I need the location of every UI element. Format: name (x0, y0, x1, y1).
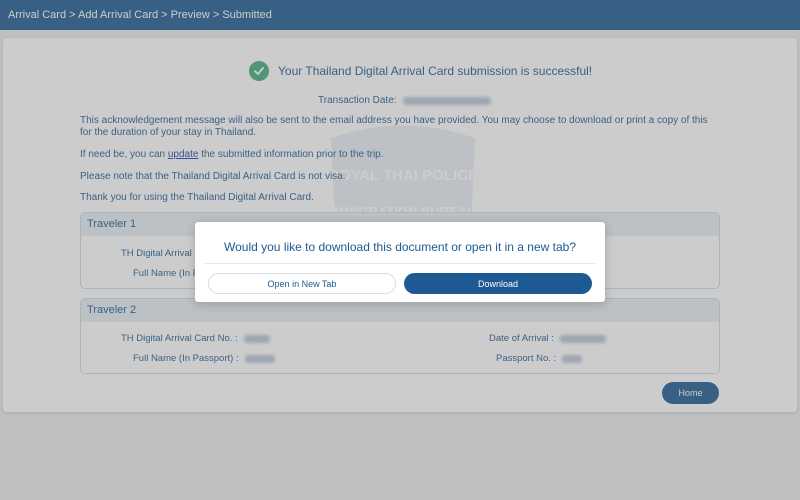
download-button[interactable]: Download (404, 273, 592, 294)
download-dialog-title: Would you like to download this document… (224, 240, 576, 254)
download-dialog: Would you like to download this document… (195, 222, 605, 302)
dialog-divider (205, 263, 595, 264)
open-in-new-tab-button[interactable]: Open in New Tab (208, 273, 396, 294)
